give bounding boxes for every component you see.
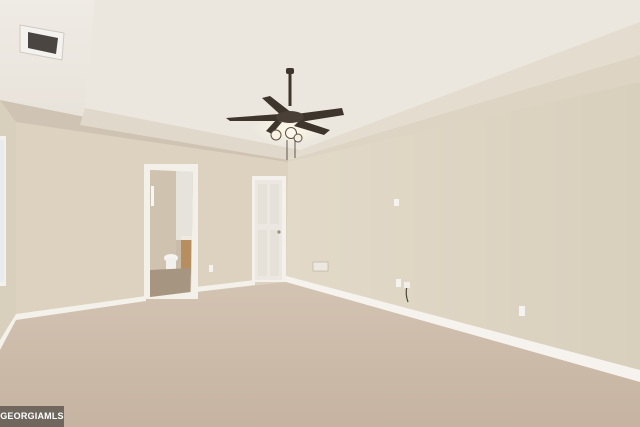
room-illustration [0, 0, 640, 427]
thermostat [394, 199, 399, 206]
bathroom-light-switch [151, 186, 154, 206]
door-knob [277, 230, 281, 234]
room-photo: GEORGIAMLS [0, 0, 640, 427]
floor-vent [312, 261, 329, 272]
wall-outlet-right-1 [396, 279, 401, 287]
wall-outlet-back [209, 265, 213, 272]
wall-outlet-right-2 [519, 306, 525, 316]
watermark-logo: GEORGIAMLS [0, 406, 64, 427]
